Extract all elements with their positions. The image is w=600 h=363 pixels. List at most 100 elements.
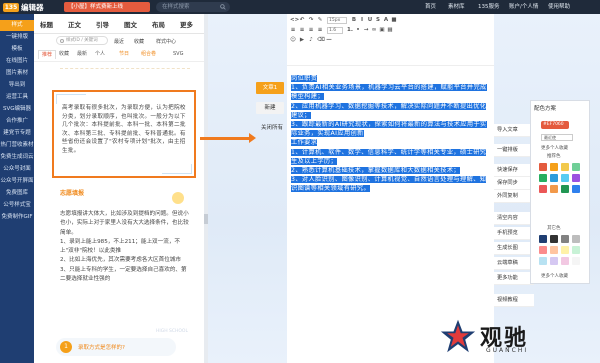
tab-more[interactable]: 更多: [180, 19, 193, 29]
clear-format-icon[interactable]: ⌫: [317, 37, 325, 43]
tab-body[interactable]: 正文: [68, 19, 81, 29]
quick-save-button[interactable]: 快速保存: [494, 164, 534, 177]
align-right-icon[interactable]: ≡: [308, 27, 314, 33]
sidebar-item-image-materials[interactable]: 图片素材: [0, 68, 34, 79]
indent-icon[interactable]: →: [363, 27, 369, 33]
tab-guide[interactable]: 引导: [96, 19, 109, 29]
tab-layout[interactable]: 布局: [152, 19, 165, 29]
color-swatch[interactable]: [550, 257, 558, 265]
line-height-select[interactable]: 1.6: [327, 27, 343, 34]
color-swatch[interactable]: [550, 185, 558, 193]
image-icon[interactable]: ▣: [379, 27, 385, 33]
html-icon[interactable]: <>: [290, 17, 299, 23]
music-icon[interactable]: ♪: [308, 37, 314, 43]
external-copy-button[interactable]: 外同复制: [494, 190, 534, 203]
underline-icon[interactable]: U: [367, 17, 373, 23]
video-tutorial-button[interactable]: 视频教程: [494, 294, 534, 307]
font-size-select[interactable]: 15px: [327, 17, 347, 24]
one-click-layout-button[interactable]: 一键排版: [494, 144, 534, 157]
search-icon[interactable]: [220, 4, 226, 10]
sidebar-item-word-cloud[interactable]: 免费生成词云: [0, 152, 34, 163]
tab-image-text[interactable]: 图文: [124, 19, 137, 29]
sidebar-item-party-topic[interactable]: 建党节专题: [0, 128, 34, 139]
sidebar-item-style-bank[interactable]: 公号样式宝: [0, 200, 34, 211]
color-swatch[interactable]: [550, 235, 558, 243]
color-swatch[interactable]: [572, 163, 580, 171]
sidebar-item-ops-tools[interactable]: 运营工具: [0, 92, 34, 103]
current-color-pill[interactable]: #EF7060: [541, 121, 569, 129]
tab-title[interactable]: 标题: [40, 19, 53, 29]
color-swatch[interactable]: [572, 174, 580, 182]
sidebar-item-free-gallery[interactable]: 免费图库: [0, 188, 34, 199]
undo-icon[interactable]: ↶: [299, 17, 305, 23]
tab-festival[interactable]: 节日: [116, 50, 132, 59]
sidebar-item-cover[interactable]: 公众号封面: [0, 164, 34, 175]
nav-account[interactable]: 账户/个人情: [509, 0, 538, 14]
sidebar-item-promotion[interactable]: 合作推广: [0, 116, 34, 127]
divider-icon[interactable]: —: [326, 37, 332, 43]
selected-content[interactable]: 岗位职责 1、负责AI相关业务场景，机器学习云平台的搭建，赋能平台并完成模型构建…: [291, 74, 489, 194]
tab-recommended[interactable]: 推荐: [38, 50, 57, 59]
app-logo[interactable]: 135 编辑器: [3, 2, 44, 12]
color-swatch[interactable]: [561, 174, 569, 182]
color-swatch[interactable]: [572, 235, 580, 243]
nav-services[interactable]: 135服务: [478, 0, 500, 14]
sidebar-item-templates[interactable]: 模板: [0, 44, 34, 55]
nav-help[interactable]: 使用帮助: [548, 0, 570, 14]
color-swatch[interactable]: [539, 235, 547, 243]
promo-banner[interactable]: 【小屋】样式费新上线: [64, 2, 150, 12]
format-brush-icon[interactable]: ✎: [317, 17, 323, 23]
strikethrough-icon[interactable]: S: [375, 17, 381, 23]
video-icon[interactable]: ▶: [299, 37, 305, 43]
recent-button[interactable]: 最近: [114, 38, 124, 45]
color-swatch[interactable]: [561, 163, 569, 171]
tab-favorites[interactable]: 收藏: [56, 50, 72, 59]
link-icon[interactable]: ∞: [371, 27, 377, 33]
redo-icon[interactable]: ↷: [308, 17, 314, 23]
color-swatch[interactable]: [561, 185, 569, 193]
long-image-button[interactable]: 生成长图: [494, 242, 534, 255]
bold-icon[interactable]: B: [351, 17, 357, 23]
nav-materials[interactable]: 素材库: [448, 0, 465, 14]
more-favorites-link[interactable]: 更多个人收藏: [541, 273, 568, 279]
style-center-button[interactable]: 样式中心: [156, 38, 176, 45]
italic-icon[interactable]: I: [359, 17, 365, 23]
list-ordered-icon[interactable]: 1.: [347, 27, 353, 33]
mobile-preview-button[interactable]: 手机预览: [494, 227, 534, 240]
color-swatch[interactable]: [550, 246, 558, 254]
save-sync-button[interactable]: 保存同步: [494, 177, 534, 190]
align-left-icon[interactable]: ≡: [290, 27, 296, 33]
color-swatch[interactable]: [539, 257, 547, 265]
justify-icon[interactable]: ≡: [317, 27, 323, 33]
more-functions-button[interactable]: 更多功能: [494, 272, 534, 285]
sidebar-item-svg-editor[interactable]: SVG编辑器: [0, 104, 34, 115]
background-color-icon[interactable]: ■: [391, 17, 397, 23]
color-swatch[interactable]: [572, 257, 580, 265]
align-center-icon[interactable]: ≡: [299, 27, 305, 33]
style-id-search-input[interactable]: 样式ID / 关键词: [56, 36, 108, 45]
color-swatch[interactable]: [539, 185, 547, 193]
color-history-select[interactable]: 最近使: [541, 134, 573, 141]
close-all-button[interactable]: 关闭所有: [256, 122, 288, 134]
style-card-volunteer[interactable]: 志愿填报 志愿填报讲大体大，比如涉及到提档的问题。但说小也小，实际上对于家里人没…: [56, 186, 196, 334]
more-favorites-link[interactable]: 更多个人收藏: [541, 145, 568, 151]
style-search-input[interactable]: 在样式搜索: [156, 2, 230, 12]
rich-text-editor[interactable]: <> ↶ ↷ ✎ 15px B I U S A ■ ≡ ≡ ≡ ≡ 1.6 1.…: [287, 14, 494, 363]
color-swatch[interactable]: [539, 163, 547, 171]
favorites-button[interactable]: 收藏: [134, 38, 144, 45]
tab-svg[interactable]: SVG: [170, 50, 186, 59]
question-style-item[interactable]: 1 录取方式是怎样的?: [56, 338, 176, 356]
sidebar-item-online-images[interactable]: 在线图片: [0, 56, 34, 67]
sidebar-item-hot-materials[interactable]: 热门营收素材: [0, 140, 34, 151]
sidebar-item-styles[interactable]: 样式: [0, 20, 34, 31]
new-document-button[interactable]: 新建: [256, 102, 284, 114]
color-swatch[interactable]: [539, 246, 547, 254]
clear-content-button[interactable]: 清空内容: [494, 212, 534, 225]
list-bullet-icon[interactable]: •: [355, 27, 361, 33]
table-icon[interactable]: ▦: [387, 27, 393, 33]
tab-combo[interactable]: 组合卷: [138, 50, 159, 59]
color-swatch[interactable]: [561, 235, 569, 243]
color-swatch[interactable]: [539, 174, 547, 182]
document-tab-article1[interactable]: 文章1: [256, 82, 284, 94]
color-swatch[interactable]: [561, 246, 569, 254]
